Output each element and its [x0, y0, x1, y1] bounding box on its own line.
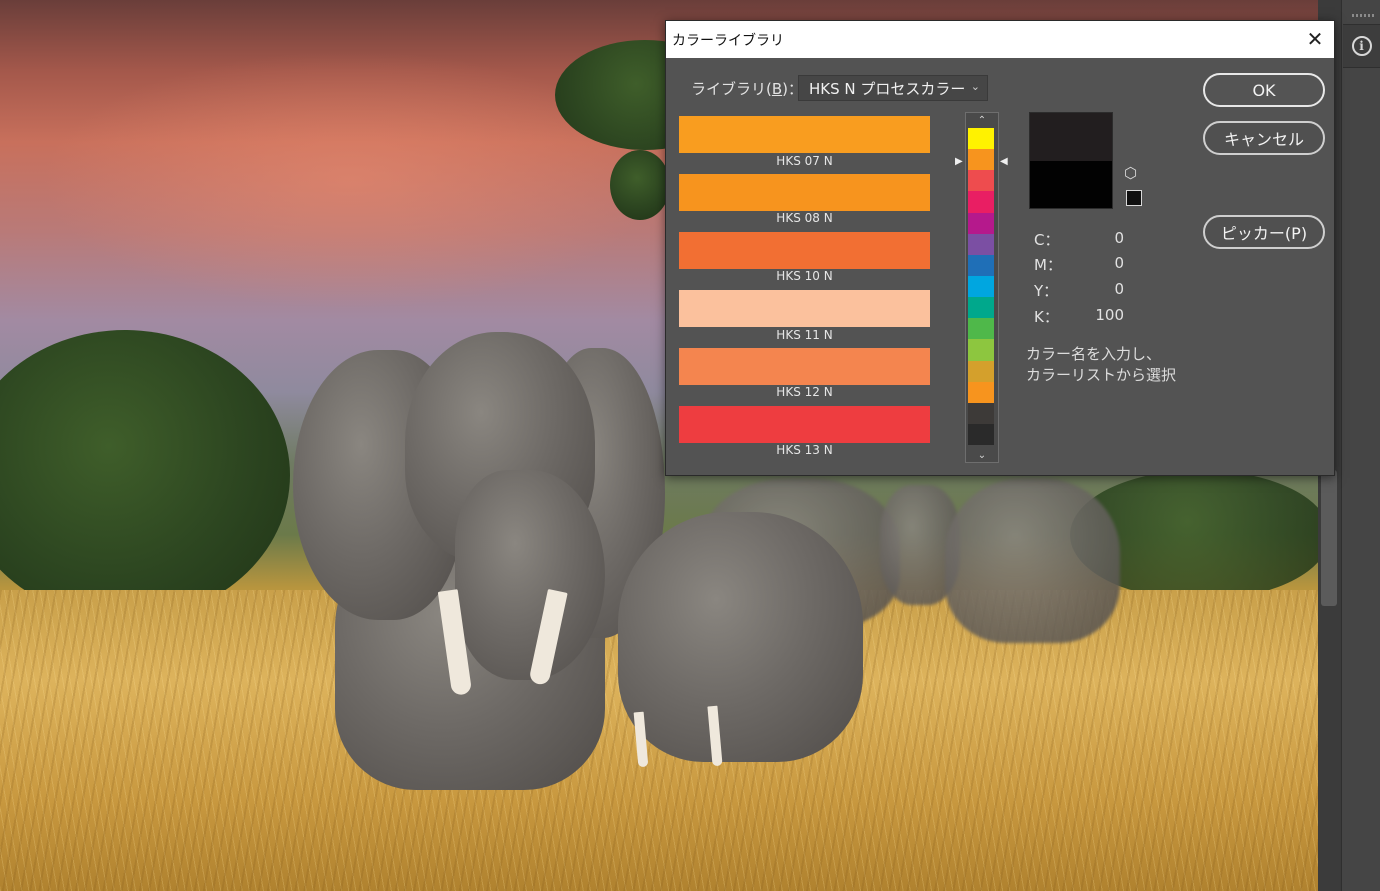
cmyk-y: Y： 0 [1034, 280, 1124, 302]
spectrum-segment[interactable] [968, 423, 994, 446]
cmyk-value: 0 [1114, 280, 1124, 298]
color-library-dialog: カラーライブラリ ✕ ライブラリ(B)： HKS N プロセスカラー ⌄ HKS… [665, 20, 1335, 476]
chevron-up-icon[interactable]: ⌃ [968, 113, 996, 127]
swatch-label: HKS 10 N [776, 269, 833, 283]
hint-text: カラー名を入力し、 カラーリストから選択 [1026, 344, 1196, 386]
hint-line-1: カラー名を入力し、 [1026, 345, 1162, 363]
websafe-swatch-icon[interactable] [1126, 190, 1142, 206]
spectrum-segment[interactable] [968, 339, 994, 361]
swatch-label: HKS 12 N [776, 385, 833, 399]
cmyk-value: 0 [1114, 229, 1124, 247]
color-preview [1029, 112, 1113, 209]
library-dropdown[interactable]: HKS N プロセスカラー ⌄ [798, 75, 988, 101]
library-label-accesskey: B [771, 80, 783, 98]
chevron-down-icon: ⌄ [970, 80, 980, 93]
panel-grip[interactable] [1352, 14, 1376, 17]
preview-new-color [1030, 113, 1112, 161]
swatch-hks-08-n[interactable] [679, 174, 930, 211]
elephant-calf-body [618, 512, 863, 762]
library-label-prefix: ライブラリ( [691, 80, 772, 98]
spectrum-segment[interactable] [968, 212, 994, 234]
spectrum-segment[interactable] [968, 297, 994, 319]
dialog-title: カラーライブラリ [672, 32, 784, 49]
cmyk-key: Y： [1034, 282, 1059, 300]
swatch-label: HKS 08 N [776, 211, 833, 225]
info-icon: i [1351, 36, 1372, 56]
swatch-hks-13-n[interactable] [679, 406, 930, 443]
spectrum-strip[interactable] [968, 128, 994, 446]
spectrum-segment[interactable] [968, 233, 994, 255]
preview-current-color[interactable] [1030, 161, 1112, 208]
swatch-hks-10-n[interactable] [679, 232, 930, 269]
spectrum-segment[interactable] [968, 191, 994, 213]
slider-marker-right-icon[interactable]: ◀ [1000, 156, 1008, 167]
cmyk-value: 100 [1095, 306, 1124, 324]
cmyk-key: C： [1034, 231, 1060, 249]
spectrum-segment[interactable] [968, 318, 994, 340]
swatch-label: HKS 11 N [776, 328, 833, 342]
picker-button[interactable]: ピッカー(P) [1203, 215, 1325, 249]
spectrum-segment[interactable] [968, 149, 994, 171]
ok-button[interactable]: OK [1203, 73, 1325, 107]
spectrum-segment[interactable] [968, 360, 994, 382]
slider-marker-left-icon[interactable]: ▶ [955, 156, 963, 167]
spectrum-segment[interactable] [968, 402, 994, 424]
cmyk-value: 0 [1114, 254, 1124, 272]
swatch-hks-11-n[interactable] [679, 290, 930, 327]
swatch-label: HKS 13 N [776, 443, 833, 457]
side-panel-strip [1341, 0, 1380, 891]
info-panel-button[interactable]: i [1343, 24, 1380, 68]
cancel-button[interactable]: キャンセル [1203, 121, 1325, 155]
spectrum-segment[interactable] [968, 254, 994, 276]
cmyk-c: C： 0 [1034, 229, 1124, 251]
bush-left [0, 330, 290, 620]
elephant-adult-trunk [455, 470, 605, 680]
hint-line-2: カラーリストから選択 [1026, 366, 1177, 384]
close-icon[interactable]: ✕ [1300, 24, 1330, 54]
spectrum-segment[interactable] [968, 128, 994, 150]
spectrum-segment[interactable] [968, 170, 994, 192]
acacia-tree-lower [610, 150, 670, 220]
swatch-label: HKS 07 N [776, 154, 833, 168]
dialog-titlebar[interactable]: カラーライブラリ ✕ [666, 21, 1334, 58]
library-dropdown-value: HKS N プロセスカラー [809, 79, 966, 98]
elephant-distant-3 [945, 478, 1120, 643]
chevron-down-icon[interactable]: ⌄ [968, 448, 996, 462]
spectrum-segment[interactable] [968, 275, 994, 298]
cmyk-k: K： 100 [1034, 306, 1124, 328]
swatch-hks-12-n[interactable] [679, 348, 930, 385]
canvas-scroll-thumb[interactable] [1321, 470, 1337, 606]
cmyk-key: K： [1034, 308, 1059, 326]
swatch-hks-07-n[interactable] [679, 116, 930, 153]
spectrum-segment[interactable] [968, 381, 994, 403]
cmyk-m: M： 0 [1034, 254, 1124, 276]
library-label: ライブラリ(B)： [691, 78, 803, 99]
cmyk-key: M： [1034, 256, 1062, 274]
print-gamut-cube-icon[interactable]: ⬡ [1124, 164, 1137, 182]
